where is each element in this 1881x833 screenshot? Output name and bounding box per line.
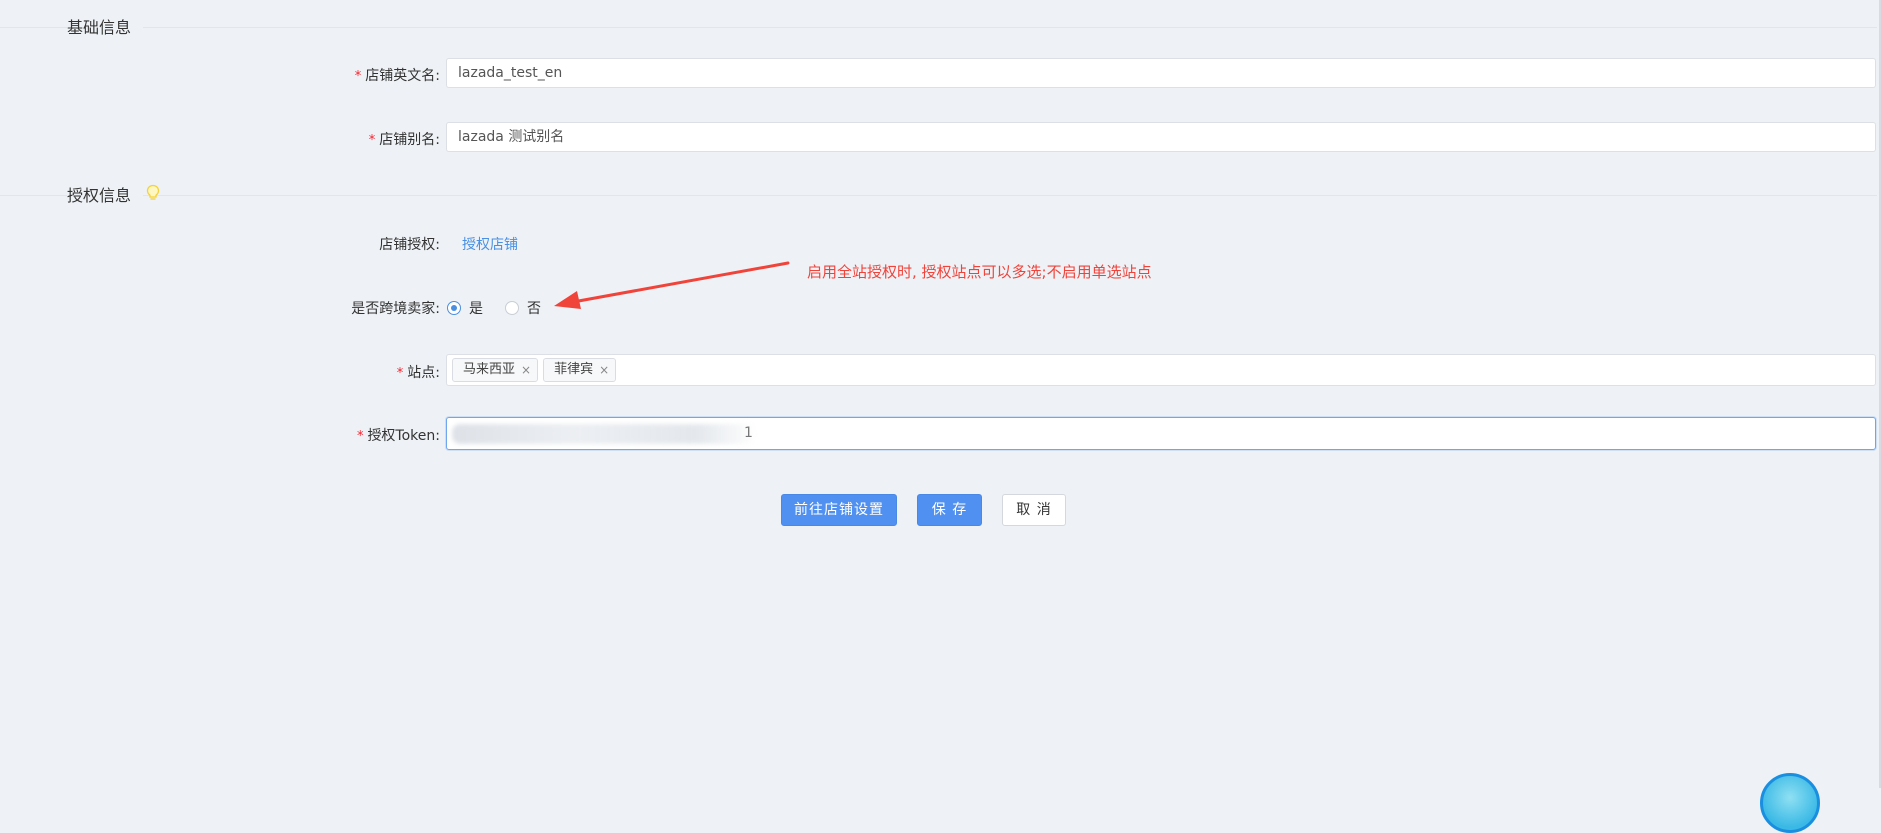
- sites-label-text: 站点:: [407, 365, 440, 381]
- required-marker: *: [356, 429, 364, 444]
- store-alias-input[interactable]: lazada 测试别名: [446, 122, 1876, 152]
- store-alias-label: * 店铺别名:: [369, 129, 440, 149]
- go-store-settings-button[interactable]: 前往店铺设置: [781, 494, 897, 526]
- lightbulb-icon[interactable]: [145, 184, 161, 202]
- floating-helper-icon[interactable]: [1760, 773, 1820, 833]
- site-tag: 马来西亚 ×: [452, 358, 539, 382]
- site-tag-label: 菲律宾: [554, 362, 594, 377]
- radio-unchecked-icon: [505, 301, 519, 315]
- annotation-arrow: [554, 261, 790, 309]
- cross-border-radio-group: 是 否: [447, 298, 563, 318]
- annotation-text: 启用全站授权时, 授权站点可以多选;不启用单选站点: [807, 263, 1152, 281]
- site-tag: 菲律宾 ×: [543, 358, 617, 382]
- radio-no-label: 否: [527, 301, 541, 317]
- radio-yes-label: 是: [469, 301, 483, 317]
- site-tag-label: 马来西亚: [463, 362, 516, 377]
- tag-close-icon[interactable]: ×: [521, 359, 531, 381]
- token-visible-tail: 1: [744, 425, 753, 441]
- store-en-name-input[interactable]: lazada_test_en: [446, 58, 1876, 88]
- radio-no[interactable]: 否: [505, 298, 541, 318]
- store-en-name-label-text: 店铺英文名:: [365, 68, 440, 84]
- cross-border-label: 是否跨境卖家:: [351, 301, 440, 317]
- auth-token-input[interactable]: 1: [446, 417, 1876, 450]
- token-redacted-blur: [452, 424, 757, 444]
- store-alias-value: lazada 测试别名: [458, 129, 565, 145]
- section-title-auth: 授权信息: [67, 182, 144, 206]
- section-title-basic: 基础信息: [67, 14, 144, 38]
- auth-token-label-text: 授权Token:: [367, 428, 440, 444]
- store-alias-label-text: 店铺别名:: [379, 132, 440, 148]
- required-marker: *: [396, 366, 404, 381]
- auth-token-label: * 授权Token:: [357, 425, 440, 445]
- store-en-name-value: lazada_test_en: [458, 65, 563, 81]
- store-en-name-label: * 店铺英文名:: [355, 65, 440, 85]
- radio-yes[interactable]: 是: [447, 298, 483, 318]
- required-marker: *: [354, 69, 362, 84]
- section-divider-basic: [0, 27, 1877, 28]
- radio-checked-icon: [447, 301, 461, 315]
- section-divider-auth: [0, 195, 1877, 196]
- authorize-store-link[interactable]: 授权店铺: [462, 234, 518, 254]
- sites-multiselect[interactable]: 马来西亚 × 菲律宾 ×: [446, 354, 1876, 386]
- sites-label: * 站点:: [397, 362, 440, 382]
- tag-close-icon[interactable]: ×: [599, 359, 609, 381]
- save-button[interactable]: 保 存: [917, 494, 982, 526]
- store-auth-label: 店铺授权:: [379, 237, 440, 253]
- cancel-button[interactable]: 取 消: [1002, 494, 1066, 526]
- required-marker: *: [368, 133, 376, 148]
